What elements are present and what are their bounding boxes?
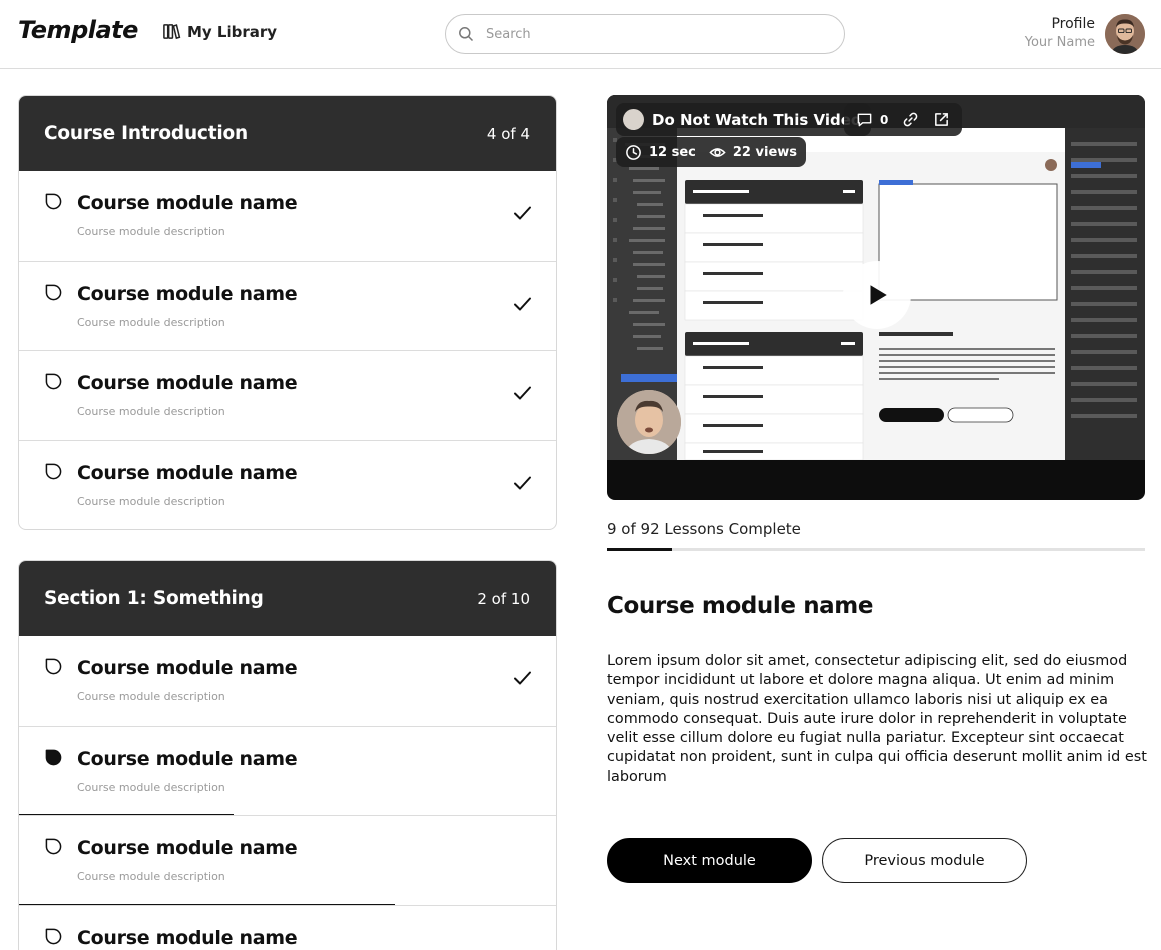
module-description-text: Course module description [77,405,225,418]
section-header[interactable]: Section 1: Something 2 of 10 [19,561,556,636]
video-player[interactable]: Do Not Watch This Video 0 12 sec 22 view… [607,95,1145,500]
checkmark-icon [514,386,531,400]
module-description-text: Course module description [77,780,225,794]
checkmark-icon [514,206,531,220]
section-title: Section 1: Something [44,588,264,609]
module-description-text: Course module description [77,690,225,703]
module-item[interactable]: Course module name Course module descript… [19,636,556,726]
module-item[interactable]: Course module name Course module descript… [19,171,556,261]
video-title-chip[interactable]: Do Not Watch This Video [616,103,872,136]
checkmark-icon [514,297,531,310]
open-external-icon[interactable] [933,111,950,128]
checkmark-icon [514,671,531,685]
profile-label: Profile [1051,16,1095,32]
next-module-button[interactable]: Next module [607,838,812,883]
eye-icon [709,147,726,157]
section-header[interactable]: Course Introduction 4 of 4 [19,96,556,171]
module-chat-icon [45,838,62,855]
avatar[interactable] [1105,14,1145,54]
module-description-text: Course module description [77,494,225,508]
section-title: Course Introduction [44,123,248,144]
module-name: Course module name [77,657,298,679]
module-chat-icon [45,373,62,390]
avatar-portrait [1105,14,1145,54]
module-chat-icon [45,928,62,944]
module-active-icon [45,749,62,765]
lessons-progress-label: 9 of 92 Lessons Complete [607,520,801,538]
search-input[interactable] [486,26,816,42]
module-description-text: Course module description [77,225,225,238]
course-section-panel: Course Introduction 4 of 4 Course module… [18,95,557,530]
module-list: Course module name Course module descript… [19,171,556,529]
module-item[interactable]: Course module name Course module descript… [19,815,556,906]
lessons-progress-fill [607,548,672,551]
search-icon [459,27,474,42]
video-actions-chip: 0 [844,103,963,136]
section-count: 2 of 10 [477,589,530,608]
comments-button[interactable]: 0 [856,111,888,128]
module-name: Course module name [77,747,298,770]
link-icon[interactable] [902,111,919,128]
profile-menu[interactable]: Profile Your Name [1025,16,1095,50]
module-chat-icon [45,193,62,210]
module-chat-icon [45,658,62,675]
module-item[interactable]: Course module name Course module descript… [19,439,556,530]
play-button[interactable] [843,261,911,329]
clock-icon [626,144,641,160]
module-title: Course module name [607,593,874,619]
webcam-overlay [617,390,681,454]
module-chat-icon [45,284,62,300]
module-name: Course module name [77,837,298,859]
module-name: Course module name [77,372,298,394]
logo[interactable]: Template [18,16,138,44]
module-name: Course module name [77,926,298,949]
module-chat-icon [45,463,62,479]
search-bar[interactable] [445,14,845,54]
section-count: 4 of 4 [486,124,530,143]
module-item[interactable]: Course module name Course module descript… [19,260,556,351]
checkmark-icon [514,476,531,489]
module-name: Course module name [77,192,298,214]
module-name: Course module name [77,282,298,305]
module-description-text: Course module description [77,315,225,329]
module-description-text: Course module description [77,870,225,883]
creator-avatar [623,109,644,130]
module-list: Course module name Course module descript… [19,636,556,950]
video-duration: 12 sec [649,144,696,160]
top-header: Template My Library Profile Your Name [0,0,1161,69]
module-name: Course module name [77,461,298,484]
module-item[interactable]: Course module name Course module descript… [19,725,556,816]
comment-icon [857,113,872,127]
course-section-panel: Section 1: Something 2 of 10 Course modu… [18,560,557,950]
video-title: Do Not Watch This Video [652,110,862,129]
video-meta-chip: 12 sec 22 views [616,137,807,167]
my-library-link[interactable]: My Library [162,22,277,41]
video-views: 22 views [732,144,798,160]
my-library-label: My Library [187,22,278,41]
library-books-icon [163,24,181,40]
comment-count: 0 [880,112,889,127]
lessons-progress-bar [607,548,1145,551]
previous-module-button[interactable]: Previous module [822,838,1027,883]
module-item[interactable]: Course module name Course module descript… [19,350,556,440]
profile-name: Your Name [1024,35,1095,50]
module-item[interactable]: Course module name [19,904,556,950]
play-icon [870,285,887,305]
module-description: Lorem ipsum dolor sit amet, consectetur … [607,653,1147,785]
